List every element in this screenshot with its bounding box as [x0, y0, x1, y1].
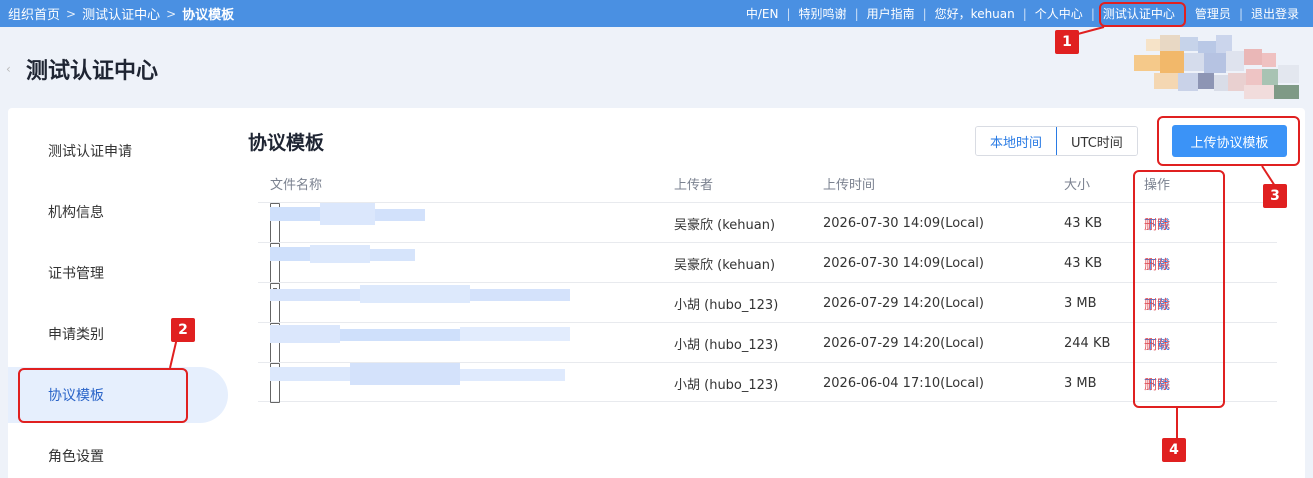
size-cell: 43 KB	[1064, 255, 1103, 271]
top-nav: 中/EN | 特别鸣谢 | 用户指南 | 您好，kehuan | 个人中心 | 测试认证中…	[738, 0, 1307, 27]
upload-time-cell: 2026-06-04 17:10(Local)	[823, 375, 984, 391]
file-name-blurred	[270, 363, 565, 403]
annotation-badge-4: 4	[1162, 438, 1186, 462]
upload-time-cell: 2026-07-30 14:09(Local)	[823, 255, 984, 271]
annotation-badge-3: 3	[1263, 184, 1287, 208]
timezone-toggle: 本地时间 UTC时间	[975, 126, 1138, 156]
annotation-highlight-1	[1099, 2, 1186, 27]
annotation-badge-1: 1	[1055, 30, 1079, 54]
file-name-blurred	[270, 243, 415, 283]
uploader-cell: 吴豪欣 (kehuan)	[674, 217, 776, 233]
size-cell: 3 MB	[1064, 295, 1097, 311]
sidebar-item-cert-manage[interactable]: 证书管理	[22, 245, 228, 301]
collapse-icon[interactable]: ‹	[6, 62, 11, 76]
table-header: 文件名称 上传者 上传时间 大小 操作	[258, 163, 1277, 203]
nav-divider: |	[922, 6, 927, 21]
nav-greeting[interactable]: 您好，kehuan	[927, 5, 1023, 22]
nav-logout[interactable]: 退出登录	[1243, 5, 1307, 22]
upload-time-cell: 2026-07-29 14:20(Local)	[823, 335, 984, 351]
uploader-cell: 吴豪欣 (kehuan)	[674, 257, 776, 273]
uploader-cell: 小胡 (hubo_123)	[674, 377, 779, 393]
breadcrumb-separator: >	[166, 6, 177, 21]
nav-personal-center[interactable]: 个人中心	[1027, 5, 1091, 22]
size-cell: 3 MB	[1064, 375, 1097, 391]
nav-divider: |	[786, 6, 791, 21]
nav-divider: |	[1090, 6, 1095, 21]
nav-thanks[interactable]: 特别鸣谢	[791, 5, 855, 22]
annotation-highlight-4	[1133, 170, 1225, 408]
file-name-blurred	[270, 203, 425, 243]
breadcrumb-home[interactable]: 组织首页	[8, 4, 60, 23]
tz-utc-button[interactable]: UTC时间	[1057, 127, 1137, 155]
nav-divider: |	[854, 6, 859, 21]
breadcrumb: 组织首页 > 测试认证中心 > 协议模板	[8, 0, 234, 27]
file-name-blurred	[270, 323, 570, 363]
nav-divider: |	[1022, 6, 1027, 21]
nav-language[interactable]: 中/EN	[738, 5, 787, 22]
annotation-highlight-2	[18, 368, 188, 423]
size-cell: 43 KB	[1064, 215, 1103, 231]
page-header: ‹ 测试认证中心	[0, 27, 1313, 107]
file-name-blurred	[270, 283, 570, 323]
col-file-name: 文件名称	[270, 177, 323, 193]
avatar[interactable]	[1134, 35, 1299, 99]
table-row: 小胡 (hubo_123) 2026-06-04 17:10(Local) 3 …	[258, 362, 1277, 403]
uploader-cell: 小胡 (hubo_123)	[674, 337, 779, 353]
table-row: 小胡 (hubo_123) 2026-07-29 14:20(Local) 3 …	[258, 282, 1277, 323]
col-size: 大小	[1064, 177, 1091, 193]
table-row: 吴豪欣 (kehuan) 2026-07-30 14:09(Local) 43 …	[258, 242, 1277, 283]
table-row: 小胡 (hubo_123) 2026-07-29 14:20(Local) 24…	[258, 322, 1277, 363]
size-cell: 244 KB	[1064, 335, 1111, 351]
breadcrumb-cert-center[interactable]: 测试认证中心	[82, 4, 160, 23]
breadcrumb-separator: >	[66, 6, 77, 21]
nav-user-guide[interactable]: 用户指南	[859, 5, 923, 22]
col-uploader: 上传者	[674, 177, 714, 193]
sidebar-item-org-info[interactable]: 机构信息	[22, 184, 228, 240]
breadcrumb-current: 协议模板	[182, 8, 235, 23]
upload-time-cell: 2026-07-29 14:20(Local)	[823, 295, 984, 311]
tz-local-button[interactable]: 本地时间	[975, 127, 1058, 155]
uploader-cell: 小胡 (hubo_123)	[674, 297, 779, 313]
sidebar-item-apply-category[interactable]: 申请类别	[22, 306, 228, 362]
section-title: 协议模板	[248, 132, 325, 154]
annotation-highlight-3	[1157, 116, 1300, 166]
table-row: 吴豪欣 (kehuan) 2026-07-30 14:09(Local) 43 …	[258, 202, 1277, 243]
annotation-badge-2: 2	[171, 318, 195, 342]
page-title: 测试认证中心	[26, 59, 159, 84]
sidebar-item-cert-apply[interactable]: 测试认证申请	[22, 123, 228, 179]
sidebar-item-role-settings[interactable]: 角色设置	[22, 428, 228, 478]
nav-admin[interactable]: 管理员	[1187, 5, 1239, 22]
upload-time-cell: 2026-07-30 14:09(Local)	[823, 215, 984, 231]
col-upload-time: 上传时间	[823, 177, 876, 193]
nav-divider: |	[1238, 6, 1243, 21]
